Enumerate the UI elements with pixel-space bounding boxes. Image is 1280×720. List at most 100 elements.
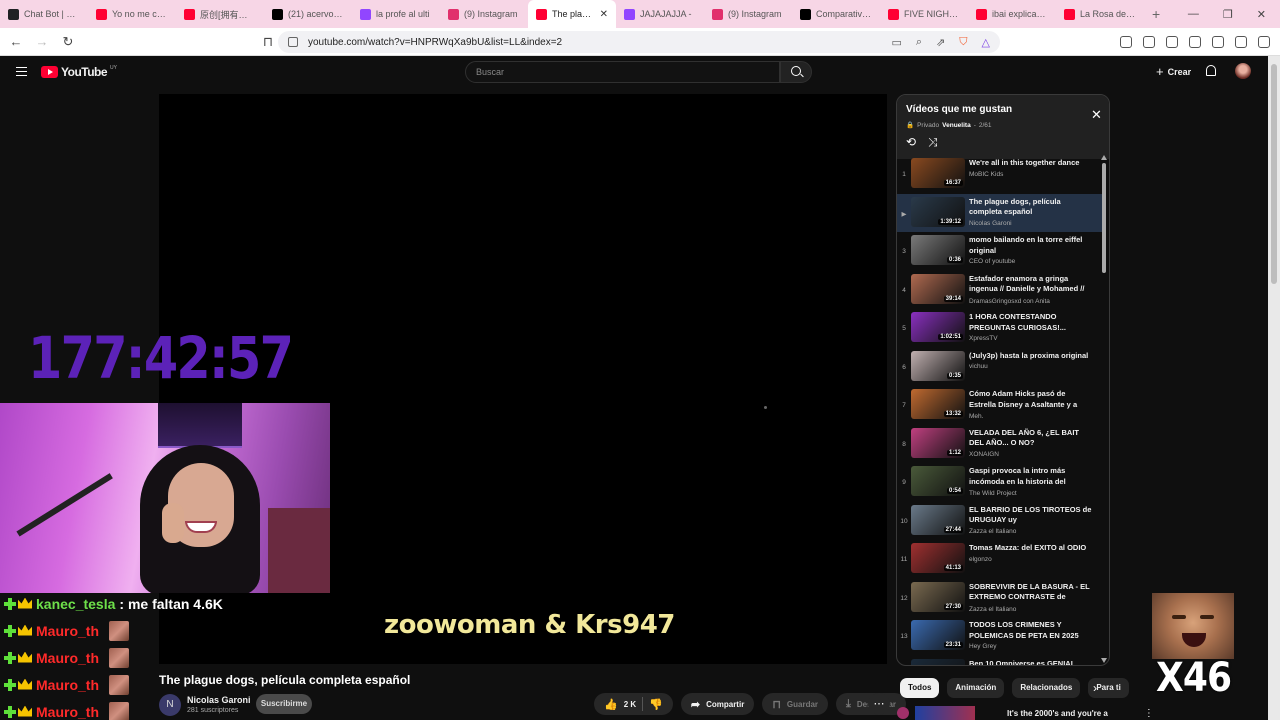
bookmark-icon[interactable]: ⊓	[258, 34, 278, 50]
playlist-item[interactable]: 7 13:32 Cómo Adam Hicks pasó de Estrella D…	[897, 386, 1103, 425]
browser-tab[interactable]: The plague ✕	[528, 0, 616, 28]
filter-chip[interactable]: Relacionados	[1012, 678, 1081, 698]
zoom-icon[interactable]: ⌕	[916, 36, 922, 49]
playlist-item-title[interactable]: The plague dogs, película completa españ…	[969, 197, 1093, 218]
next-recommendation[interactable]: It's the 2000's and you're a ⋮	[897, 706, 1154, 720]
browser-tab[interactable]: Chat Bot | El m	[0, 0, 88, 28]
more-actions-button[interactable]: ⋯	[868, 693, 890, 715]
shuffle-icon[interactable]: ⤨	[928, 135, 938, 150]
playlist-item-title[interactable]: We're all in this together dance	[969, 158, 1093, 169]
channel-avatar[interactable]: N	[159, 694, 181, 716]
playlist-item-thumbnail[interactable]: 27:30	[911, 581, 965, 612]
playlist-owner[interactable]: Venuelita	[942, 122, 971, 129]
playlist-item[interactable]: 13 23:31 TODOS LOS CRIMENES Y POLEMICAS DE…	[897, 617, 1103, 656]
playlist-item-thumbnail[interactable]: 0:54	[911, 466, 965, 496]
browser-tab[interactable]: La Rosa de Gu	[1056, 0, 1144, 28]
screenshot-icon[interactable]	[1166, 36, 1178, 48]
playlist-item-thumbnail[interactable]: 39:14	[911, 273, 965, 304]
puzzle-icon[interactable]	[1143, 36, 1155, 48]
minimize-button[interactable]: —	[1188, 8, 1199, 21]
account-avatar[interactable]	[1235, 63, 1251, 79]
playlist-item-thumbnail[interactable]: 0:35	[911, 350, 965, 381]
site-info-icon[interactable]	[288, 37, 298, 47]
scroll-up-icon[interactable]	[1101, 155, 1107, 160]
playlist-item-title[interactable]: TODOS LOS CRIMENES Y POLEMICAS DE PETA E…	[969, 620, 1093, 641]
subscribe-button[interactable]: Suscribirme	[256, 694, 312, 714]
browser-tab[interactable]: FIVE NIGHTS A	[880, 0, 968, 28]
playlist-scroll-thumb[interactable]	[1102, 163, 1106, 273]
page-scrollbar[interactable]	[1268, 56, 1280, 720]
kebab-menu-icon[interactable]: ⋮	[1144, 708, 1154, 719]
triangle-icon[interactable]: △	[982, 36, 990, 49]
playlist-item[interactable]: 4 39:14 Estafador enamora a gringa ingenua…	[897, 271, 1103, 310]
browser-tab[interactable]: Yo no me corro	[88, 0, 176, 28]
close-window-button[interactable]: ✕	[1257, 8, 1266, 21]
playlist-item-thumbnail[interactable]: 13:32	[911, 389, 965, 419]
search-input[interactable]: Buscar	[465, 61, 780, 83]
playlist-item[interactable]: 12 27:30 SOBREVIVIR DE LA BASURA - EL EXTR…	[897, 579, 1103, 618]
ai-icon[interactable]	[1235, 36, 1247, 48]
browser-tab[interactable]: la profe al ulti	[352, 0, 440, 28]
playlist-item-title[interactable]: Gaspi provoca la intro más incómoda en l…	[969, 466, 1093, 488]
save-button[interactable]: ⊓ Guardar	[762, 693, 829, 715]
loop-icon[interactable]: ⟲	[906, 135, 916, 149]
playlist-scrollbar[interactable]	[1101, 155, 1107, 663]
playlist-item-thumbnail[interactable]	[911, 658, 965, 665]
address-bar[interactable]: youtube.com/watch?v=HNPRWqXa9bU&list=LL&…	[278, 31, 1000, 53]
share-icon[interactable]: ⇗	[936, 36, 945, 49]
like-count[interactable]: 2 K	[624, 700, 636, 709]
playlist-item-title[interactable]: Ben 10 Omniverse es GENIAL (casi	[969, 659, 1093, 666]
playlist-item-title[interactable]: Tomas Mazza: del EXITO al ODIO	[969, 543, 1093, 554]
chevron-right-icon[interactable]: ›	[1093, 681, 1097, 695]
browser-tab[interactable]: (21) acervo dog	[264, 0, 352, 28]
search-button[interactable]	[780, 61, 812, 83]
sidebar-icon[interactable]	[1212, 36, 1224, 48]
playlist-item[interactable]: 11 41:13 Tomas Mazza: del EXITO al ODIO elg…	[897, 540, 1103, 579]
playlist-item-title[interactable]: (July3p) hasta la proxima original	[969, 351, 1093, 362]
playlist-item[interactable]: 5 1:02:51 1 HORA CONTESTANDO PREGUNTAS CUR…	[897, 309, 1103, 348]
playlist-item-thumbnail[interactable]: 23:31	[911, 620, 965, 650]
playlist-item-title[interactable]: Estafador enamora a gringa ingenua // Da…	[969, 274, 1093, 296]
page-scrollbar-thumb[interactable]	[1271, 64, 1277, 284]
playlist-item[interactable]: ▶ 1:39:12 The plague dogs, película comple…	[897, 193, 1103, 232]
playlist-item[interactable]: 9 0:54 Gaspi provoca la intro más incómoda…	[897, 463, 1103, 502]
filter-chip[interactable]: Animación	[947, 678, 1005, 698]
browser-tab[interactable]: JAJAJAJJA -	[616, 0, 704, 28]
browser-tab[interactable]: 原创[拥有者]©	[176, 0, 264, 28]
youtube-logo[interactable]: YouTube UY	[41, 65, 117, 79]
picture-in-picture-icon[interactable]: ▭	[891, 36, 901, 49]
share-button[interactable]: ➦ Compartir	[680, 693, 755, 715]
playlist-item-thumbnail[interactable]: 16:37	[911, 158, 965, 188]
playlist-item[interactable]: Ben 10 Omniverse es GENIAL (casi	[897, 656, 1103, 666]
playlist-item-title[interactable]: EL BARRIO DE LOS TIROTEOS de URUGUAY uy	[969, 505, 1093, 526]
browser-tab[interactable]: (9) Instagram	[704, 0, 792, 28]
scroll-down-icon[interactable]	[1101, 658, 1107, 663]
playlist-item-thumbnail[interactable]: 27:44	[911, 504, 965, 535]
new-tab-button[interactable]: +	[1144, 6, 1168, 22]
forward-icon[interactable]: →	[32, 34, 52, 49]
maximize-button[interactable]: ❐	[1223, 8, 1233, 21]
playlist-item[interactable]: 10 27:44 EL BARRIO DE LOS TIROTEOS de URUG…	[897, 502, 1103, 541]
playlist-item-title[interactable]: SOBREVIVIR DE LA BASURA - EL EXTREMO CON…	[969, 582, 1093, 604]
playlist-item[interactable]: 6 0:35 (July3p) hasta la proxima original v…	[897, 348, 1103, 387]
playlist-item-title[interactable]: momo bailando en la torre eiffel origina…	[969, 235, 1093, 256]
close-playlist-icon[interactable]: ✕	[1091, 107, 1102, 123]
notifications-bell-icon[interactable]	[1206, 65, 1216, 76]
channel-name[interactable]: Nicolas Garoni	[187, 695, 251, 705]
thumbs-up-icon[interactable]: 👍	[604, 698, 618, 711]
playlist-item-title[interactable]: Cómo Adam Hicks pasó de Estrella Disney …	[969, 389, 1093, 411]
browser-tab[interactable]: Comparativa d	[792, 0, 880, 28]
browser-tab[interactable]: ibai explicando	[968, 0, 1056, 28]
playlist-title[interactable]: Vídeos que me gustan	[906, 104, 1012, 115]
shield-icon[interactable]: ⛉	[959, 36, 967, 49]
hamburger-menu-icon[interactable]	[16, 67, 27, 76]
thumbs-down-icon[interactable]: 👎	[649, 698, 663, 711]
menu-icon[interactable]	[1258, 36, 1270, 48]
playlist-item[interactable]: 8 1:12 VELADA DEL AÑO 6, ¿EL BAIT DEL AÑO.…	[897, 425, 1103, 464]
cookie-icon[interactable]	[1120, 36, 1132, 48]
filter-chip[interactable]: Todos	[900, 678, 940, 698]
create-button[interactable]: + Crear	[1156, 64, 1191, 79]
music-icon[interactable]	[1189, 36, 1201, 48]
reload-icon[interactable]: ↻	[58, 34, 78, 50]
playlist-item[interactable]: 3 0:36 momo bailando en la torre eiffel or…	[897, 232, 1103, 271]
